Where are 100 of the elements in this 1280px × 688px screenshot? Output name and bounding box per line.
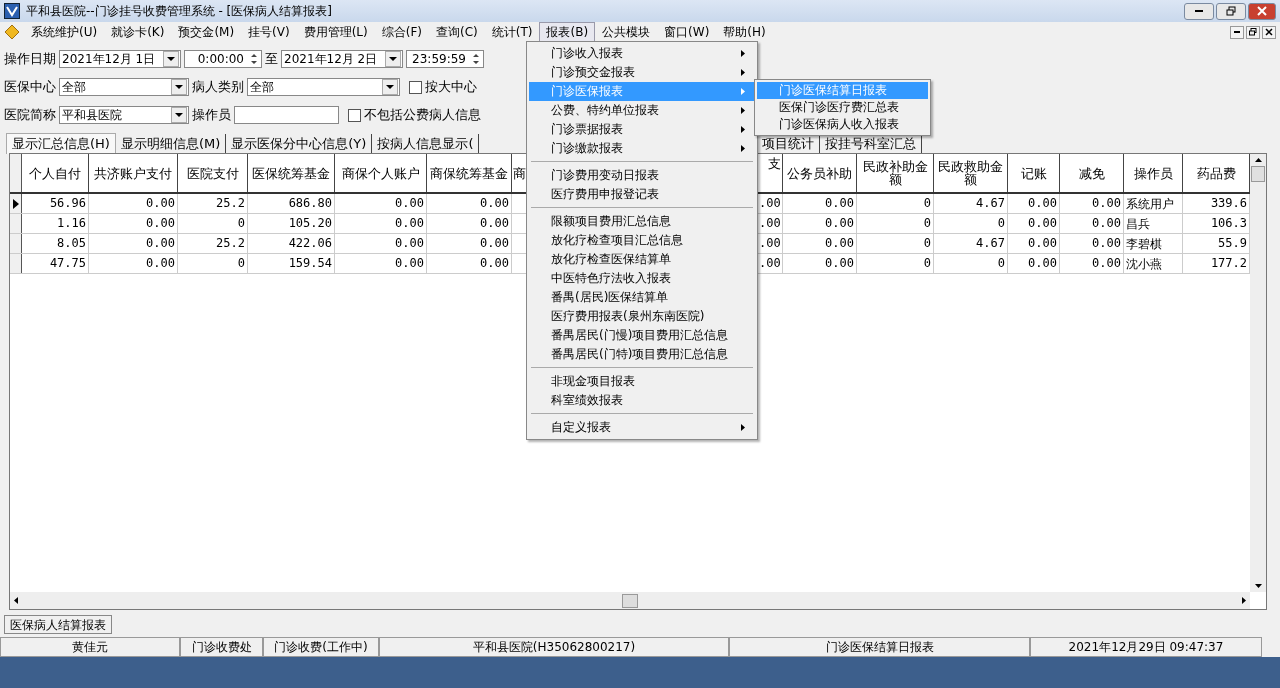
menu-item[interactable]: 公共模块 — [595, 21, 658, 43]
field-label: 医保中心 — [4, 78, 56, 96]
menu-item[interactable]: 费用管理(L) — [296, 21, 375, 43]
menu-item[interactable]: 自定义报表 — [529, 418, 755, 437]
menu-item[interactable]: 门诊票据报表 — [529, 120, 755, 139]
menu-item[interactable]: 医疗费用申报登记表 — [529, 185, 755, 204]
close-button[interactable] — [1262, 25, 1276, 39]
menu-item[interactable]: 门诊缴款报表 — [529, 139, 755, 158]
date-picker[interactable]: 2021年12月 1日 — [59, 50, 181, 68]
scroll-thumb[interactable] — [1251, 166, 1265, 182]
time-field[interactable]: 0:00:00 — [184, 50, 262, 68]
menu-item[interactable]: 中医特色疗法收入报表 — [529, 269, 755, 288]
table-cell: 0.00 — [335, 194, 427, 213]
checkbox[interactable] — [409, 80, 422, 94]
spin-icon — [249, 51, 259, 67]
field-label: 操作日期 — [4, 50, 56, 68]
column-header[interactable]: 民政补助金额 — [857, 154, 934, 192]
menu-item[interactable]: 放化疗检查项目汇总信息 — [529, 231, 755, 250]
menu-item[interactable]: 医疗费用报表(泉州东南医院) — [529, 307, 755, 326]
table-cell: 系统用户 — [1124, 194, 1183, 213]
column-header[interactable]: 共济账户支付 — [89, 154, 178, 192]
table-cell: 0.00 — [427, 214, 512, 233]
table-cell: 0.00 — [1008, 254, 1060, 273]
menu-item[interactable]: 统计(T) — [484, 21, 540, 43]
submenu-arrow-icon — [741, 424, 745, 431]
table-cell: 47.75 — [22, 254, 89, 273]
submenu-arrow-icon — [741, 88, 745, 95]
column-header[interactable]: 公务员补助 — [783, 154, 857, 192]
scroll-thumb[interactable] — [622, 593, 638, 608]
window-tab[interactable]: 医保病人结算报表 — [4, 615, 112, 634]
date-picker[interactable]: 2021年12月 2日 — [281, 50, 403, 68]
column-header[interactable]: 医院支付 — [178, 154, 248, 192]
row-header[interactable] — [10, 214, 22, 233]
menu-item[interactable]: 门诊费用变动日报表 — [529, 166, 755, 185]
menu-item[interactable]: 系统维护(U) — [24, 21, 105, 43]
column-header[interactable]: 医保统筹基金 — [248, 154, 335, 192]
column-header[interactable]: 个人自付 — [22, 154, 89, 192]
menu-item[interactable]: 科室绩效报表 — [529, 391, 755, 410]
table-cell: 0.00 — [89, 194, 178, 213]
menu-item[interactable]: 限额项目费用汇总信息 — [529, 212, 755, 231]
menu-item[interactable]: 放化疗检查医保结算单 — [529, 250, 755, 269]
status-panel: 平和县医院(H35062800217) — [379, 637, 729, 657]
menu-item[interactable]: 门诊医保病人收入报表 — [757, 116, 928, 133]
menu-item[interactable]: 窗口(W) — [657, 21, 717, 43]
table-cell: 0.00 — [1060, 194, 1124, 213]
column-header[interactable]: 记账 — [1008, 154, 1060, 192]
menu-item[interactable]: 帮助(H) — [716, 21, 773, 43]
dropdown[interactable]: 平和县医院 — [59, 106, 189, 124]
restore-button[interactable] — [1246, 25, 1260, 39]
menu-item[interactable]: 门诊收入报表 — [529, 44, 755, 63]
menu-item[interactable]: 番禺居民(门慢)项目费用汇总信息 — [529, 326, 755, 345]
menu-item[interactable]: 番禺(居民)医保结算单 — [529, 288, 755, 307]
table-cell: 0 — [934, 214, 1008, 233]
table-cell: 0.00 — [1060, 254, 1124, 273]
time-field[interactable]: 23:59:59 — [406, 50, 484, 68]
menu-item[interactable]: 综合(F) — [374, 21, 429, 43]
minimize-button[interactable] — [1230, 25, 1244, 39]
menu-item[interactable]: 公费、特约单位报表 — [529, 101, 755, 120]
menu-item[interactable]: 预交金(M) — [171, 21, 242, 43]
column-header[interactable]: 商保个人账户 — [335, 154, 427, 192]
menu-item[interactable]: 番禺居民(门特)项目费用汇总信息 — [529, 345, 755, 364]
column-header[interactable]: 操作员 — [1124, 154, 1183, 192]
column-header[interactable]: 减免 — [1060, 154, 1124, 192]
dropdown[interactable]: 全部 — [247, 78, 400, 96]
table-cell: 昌兵 — [1124, 214, 1183, 233]
table-cell: 686.80 — [248, 194, 335, 213]
minimize-button[interactable] — [1184, 2, 1214, 20]
spin-icon — [471, 51, 481, 67]
operator-field[interactable] — [234, 106, 339, 124]
menu-item[interactable]: 挂号(V) — [241, 21, 297, 43]
row-header[interactable] — [10, 234, 22, 253]
menu-item[interactable]: 非现金项目报表 — [529, 372, 755, 391]
field-label: 医院简称 — [4, 106, 56, 124]
status-panel: 2021年12月29日 09:47:37 — [1030, 637, 1262, 657]
table-cell: 0.00 — [1008, 234, 1060, 253]
table-cell: 0.00 — [783, 254, 857, 273]
vertical-scrollbar[interactable] — [1250, 154, 1266, 592]
row-header[interactable] — [10, 194, 22, 213]
column-header[interactable]: 民政救助金额 — [934, 154, 1008, 192]
table-cell: 0.00 — [783, 194, 857, 213]
app-icon — [4, 3, 20, 19]
menu-item[interactable]: 医保门诊医疗费汇总表 — [757, 99, 928, 116]
checkbox[interactable] — [348, 108, 361, 122]
table-cell: 0.00 — [783, 234, 857, 253]
table-cell: 0 — [934, 254, 1008, 273]
table-cell: 0.00 — [1008, 214, 1060, 233]
dropdown-icon — [175, 112, 183, 118]
table-cell: 0 — [857, 214, 934, 233]
submenu-arrow-icon — [741, 126, 745, 133]
submenu-arrow-icon — [741, 50, 745, 57]
table-cell: 422.06 — [248, 234, 335, 253]
horizontal-scrollbar[interactable] — [10, 592, 1250, 609]
table-cell: 0.00 — [1060, 234, 1124, 253]
menu-item[interactable]: 查询(C) — [429, 21, 485, 43]
row-header[interactable] — [10, 254, 22, 273]
menu-item[interactable]: 门诊预交金报表 — [529, 63, 755, 82]
dropdown[interactable]: 全部 — [59, 78, 189, 96]
tab[interactable]: 显示汇总信息(H) — [6, 133, 116, 154]
column-header[interactable]: 商保统筹基金 — [427, 154, 512, 192]
menu-item[interactable]: 就诊卡(K) — [104, 21, 172, 43]
